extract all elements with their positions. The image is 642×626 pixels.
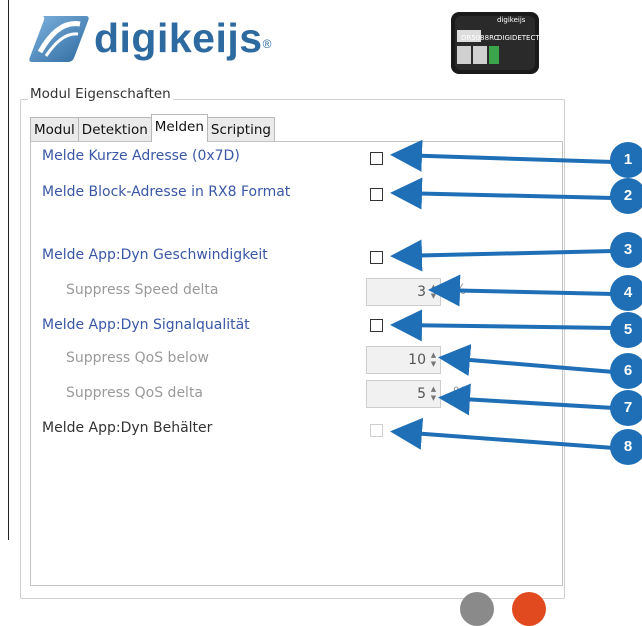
callout-badge-4: 4: [610, 275, 642, 311]
callout-badge-8: 8: [610, 429, 642, 465]
callout-arrow-7: [438, 383, 615, 416]
callout-arrow-5: [390, 309, 615, 342]
callout-arrow-4: [428, 274, 615, 307]
callout-badge-7: 7: [610, 390, 642, 426]
callout-badge-3: 3: [610, 232, 642, 268]
callout-arrow-6: [438, 344, 615, 376]
callout-badge-2: 2: [610, 178, 642, 214]
callout-badge-5: 5: [610, 312, 642, 348]
callout-arrow-2: [390, 177, 615, 210]
red-circle-button[interactable]: [512, 592, 546, 626]
tab-melden[interactable]: Melden: [150, 114, 208, 142]
callout-badge-6: 6: [610, 353, 642, 389]
callout-arrow-3: [390, 239, 615, 272]
callout-arrows: [390, 139, 615, 450]
callout-arrow-1: [390, 139, 615, 172]
gray-circle-button[interactable]: [460, 592, 494, 626]
callout-arrow-8: [390, 417, 615, 450]
callout-badge-1: 1: [610, 142, 642, 178]
